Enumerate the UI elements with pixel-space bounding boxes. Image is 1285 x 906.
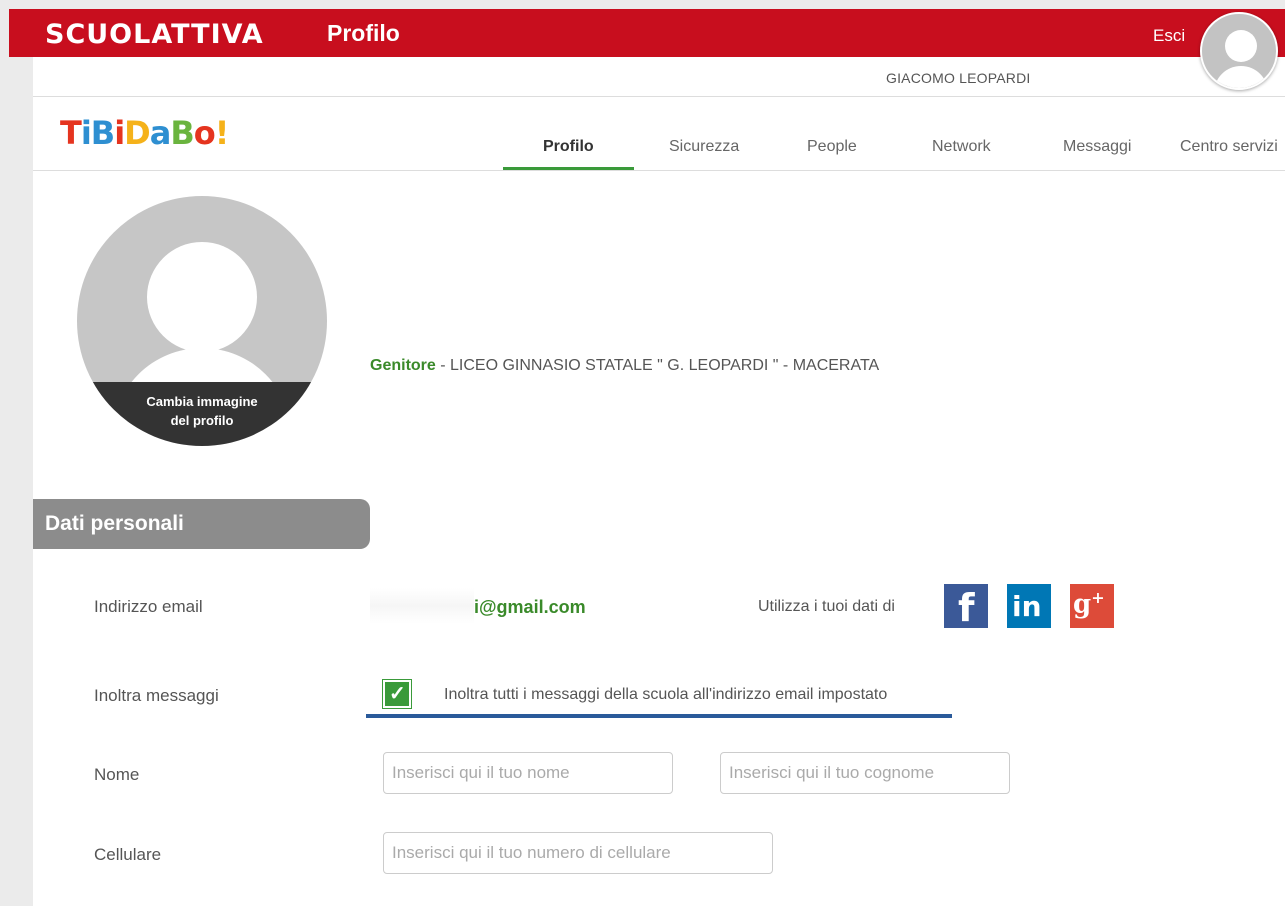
change-picture-button[interactable]: Cambia immagine del profilo — [77, 392, 327, 430]
facebook-icon[interactable]: f — [944, 584, 988, 630]
google-plus-icon[interactable]: g+ — [1070, 584, 1114, 628]
tab-messaggi[interactable]: Messaggi — [1063, 138, 1131, 156]
role-label: Genitore — [370, 357, 436, 374]
active-tab-indicator — [503, 167, 634, 170]
social-login-label: Utilizza i tuoi dati di — [758, 598, 895, 615]
profile-picture[interactable]: Cambia immagine del profilo — [77, 196, 327, 446]
role-line: Genitore - LICEO GINNASIO STATALE " G. L… — [370, 357, 879, 375]
username: GIACOMO LEOPARDI — [886, 70, 1031, 86]
tab-profilo[interactable]: Profilo — [543, 138, 594, 156]
change-picture-label-line2: del profilo — [170, 413, 234, 428]
tab-sicurezza[interactable]: Sicurezza — [669, 138, 739, 156]
page-title: Profilo — [327, 20, 400, 46]
phone-field[interactable] — [383, 832, 773, 874]
tab-centro-servizi[interactable]: Centro servizi — [1180, 138, 1278, 156]
tab-network[interactable]: Network — [932, 138, 991, 156]
email-mask — [370, 588, 474, 624]
tab-people[interactable]: People — [807, 138, 857, 156]
forward-label: Inoltra messaggi — [94, 686, 219, 705]
email-label: Indirizzo email — [94, 597, 203, 616]
forward-messages-text: Inoltra tutti i messaggi della scuola al… — [444, 686, 888, 703]
section-header-dati-personali: Dati personali — [33, 499, 370, 549]
brand-logo[interactable]: SCUOLATTIVA — [45, 19, 264, 50]
phone-label: Cellulare — [94, 845, 162, 864]
username-bar: GIACOMO LEOPARDI — [33, 57, 1285, 97]
section-title: Dati personali — [45, 512, 184, 535]
forward-messages-checkbox[interactable]: ✓ — [382, 679, 412, 709]
annotation-underline — [366, 714, 952, 718]
last-name-field[interactable] — [720, 752, 1010, 794]
first-name-field[interactable] — [383, 752, 673, 794]
check-icon: ✓ — [389, 683, 406, 705]
email-value: i@gmail.com — [474, 597, 586, 617]
name-label: Nome — [94, 765, 140, 784]
main-nav: Profilo Sicurezza People Network Messagg… — [33, 120, 1285, 171]
change-picture-label-line1: Cambia immagine — [146, 394, 258, 409]
top-bar: SCUOLATTIVA Profilo Esci — [9, 9, 1285, 57]
school-name: - LICEO GINNASIO STATALE " G. LEOPARDI "… — [435, 357, 880, 374]
linkedin-icon[interactable]: in — [1007, 584, 1051, 628]
profile-head-shape — [147, 242, 257, 352]
logout-link[interactable]: Esci — [1153, 26, 1185, 46]
